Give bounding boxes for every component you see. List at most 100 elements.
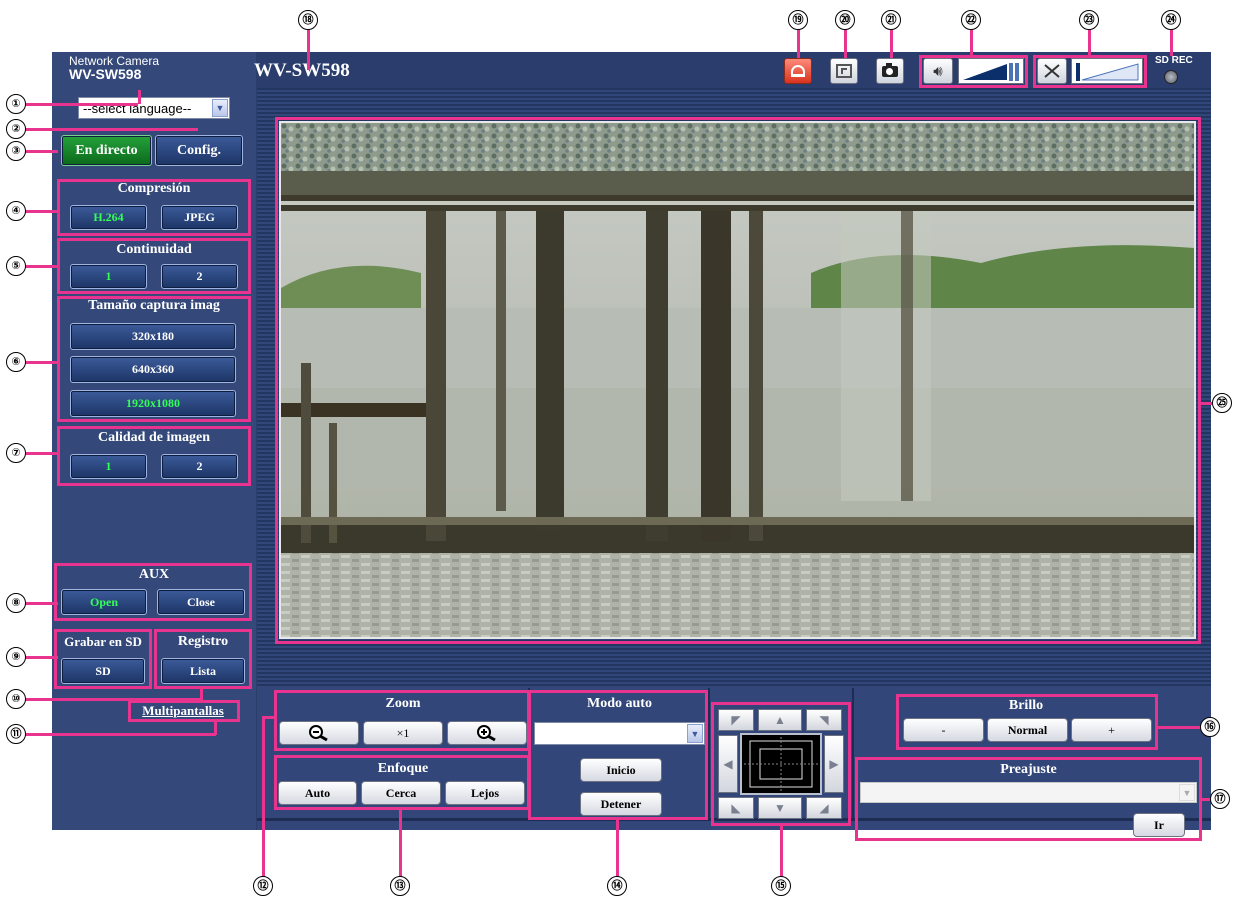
leader-line (616, 818, 619, 880)
callout-15: ⑮ (771, 876, 791, 896)
leader-line (890, 28, 893, 58)
ptz-position-pad[interactable] (740, 733, 822, 795)
callout-20: ⑳ (835, 10, 855, 30)
brightness-minus-button[interactable]: - (903, 718, 984, 742)
language-select[interactable]: --select language-- ▼ (78, 97, 230, 119)
focus-auto-button[interactable]: Auto (278, 781, 357, 805)
leader-line (844, 28, 847, 58)
callout-3: ③ (6, 141, 26, 161)
compression-title: Compresión (117, 181, 191, 196)
callout-6: ⑥ (6, 352, 26, 372)
zoom-in-icon (477, 725, 496, 742)
callout-13: ⑬ (390, 876, 410, 896)
callout-2: ② (6, 119, 26, 139)
pan-up-left-button[interactable]: ◤ (718, 709, 754, 731)
live-video-image (279, 121, 1196, 639)
aux-title: AUX (138, 567, 170, 582)
stream-1-button[interactable]: 1 (70, 264, 147, 289)
live-button[interactable]: En directo (61, 135, 152, 166)
image-quality-title: Calidad de imagen (97, 430, 210, 445)
alarm-icon[interactable] (784, 58, 812, 84)
preset-select[interactable]: ▼ (860, 782, 1197, 803)
zoom-1x-button[interactable]: ×1 (363, 721, 443, 745)
camera-scene (281, 123, 1194, 637)
focus-far-button[interactable]: Lejos (445, 781, 525, 805)
callout-14: ⑭ (607, 876, 627, 896)
auto-mode-title: Modo auto (587, 696, 652, 711)
leader-line (1156, 726, 1202, 729)
brightness-title: Brillo (1008, 698, 1044, 713)
sd-record-button[interactable]: SD (61, 658, 145, 684)
quality-1-button[interactable]: 1 (70, 454, 147, 479)
mic-volume-slider[interactable] (1071, 58, 1143, 84)
zoom-in-button[interactable] (447, 721, 527, 745)
stream-title: Continuidad (116, 242, 192, 257)
leader-line (1200, 798, 1210, 801)
speaker-volume-slider[interactable] (958, 58, 1024, 84)
mic-muted-icon[interactable] (1037, 58, 1067, 84)
callout-11: ⑪ (6, 724, 26, 744)
auto-mode-select[interactable]: ▼ (534, 722, 705, 745)
divider (708, 688, 710, 820)
pan-right-button[interactable]: ▶ (824, 735, 844, 793)
leader-line (797, 28, 800, 58)
leader-line (307, 28, 310, 70)
callout-1: ① (6, 94, 26, 114)
chevron-down-icon: ▼ (212, 99, 228, 117)
leader-line (1198, 402, 1212, 405)
auto-stop-button[interactable]: Detener (580, 792, 662, 816)
leader-line (262, 716, 265, 882)
aux-open-button[interactable]: Open (61, 589, 147, 615)
fullscreen-icon[interactable] (830, 58, 858, 84)
pan-up-button[interactable]: ▲ (758, 709, 802, 731)
leader-line (138, 90, 141, 104)
multiscreen-link[interactable]: Multipantallas (128, 703, 238, 719)
snapshot-camera-icon[interactable] (876, 58, 904, 84)
callout-21: ㉑ (881, 10, 901, 30)
preset-go-button[interactable]: Ir (1133, 813, 1185, 837)
size-640x360-button[interactable]: 640x360 (70, 356, 236, 383)
callout-10: ⑩ (6, 689, 26, 709)
callout-9: ⑨ (6, 647, 26, 667)
log-title: Registro (177, 634, 229, 649)
quality-2-button[interactable]: 2 (161, 454, 238, 479)
callout-16: ⑯ (1200, 717, 1220, 737)
callout-4: ④ (6, 201, 26, 221)
callout-18: ⑱ (298, 10, 318, 30)
callout-7: ⑦ (6, 443, 26, 463)
auto-start-button[interactable]: Inicio (580, 758, 662, 782)
log-list-button[interactable]: Lista (161, 658, 245, 684)
callout-24: ㉔ (1161, 10, 1181, 30)
callout-22: ㉒ (961, 10, 981, 30)
ptz-target-icon (744, 737, 818, 791)
pan-up-right-button[interactable]: ◥ (806, 709, 842, 731)
leader-line (18, 698, 202, 701)
pan-down-button[interactable]: ▼ (758, 797, 802, 819)
focus-near-button[interactable]: Cerca (361, 781, 441, 805)
jpeg-button[interactable]: JPEG (161, 205, 238, 230)
callout-19: ⑲ (788, 10, 808, 30)
aux-close-button[interactable]: Close (157, 589, 245, 615)
callout-5: ⑤ (6, 256, 26, 276)
divider (852, 688, 854, 820)
speaker-icon[interactable]: 🔊︎ (923, 58, 953, 84)
stream-2-button[interactable]: 2 (161, 264, 238, 289)
pan-left-button[interactable]: ◀ (718, 735, 738, 793)
leader-line (1088, 28, 1091, 56)
setup-button[interactable]: Config. (155, 135, 243, 166)
mic-wedge-icon (1076, 63, 1139, 81)
zoom-title: Zoom (385, 696, 421, 711)
h264-button[interactable]: H.264 (70, 205, 147, 230)
size-1920x1080-button[interactable]: 1920x1080 (70, 390, 236, 417)
size-320x180-button[interactable]: 320x180 (70, 323, 236, 350)
pan-down-right-button[interactable]: ◢ (806, 797, 842, 819)
pan-down-left-button[interactable]: ◣ (718, 797, 754, 819)
zoom-out-button[interactable] (279, 721, 359, 745)
brightness-normal-button[interactable]: Normal (987, 718, 1068, 742)
leader-line (18, 733, 216, 736)
camera-title: WV-SW598 (254, 60, 350, 81)
brightness-plus-button[interactable]: + (1071, 718, 1152, 742)
chevron-down-icon: ▼ (1179, 784, 1195, 801)
sd-rec-indicator-icon (1164, 70, 1178, 84)
capture-size-title: Tamaño captura imag (88, 298, 220, 313)
